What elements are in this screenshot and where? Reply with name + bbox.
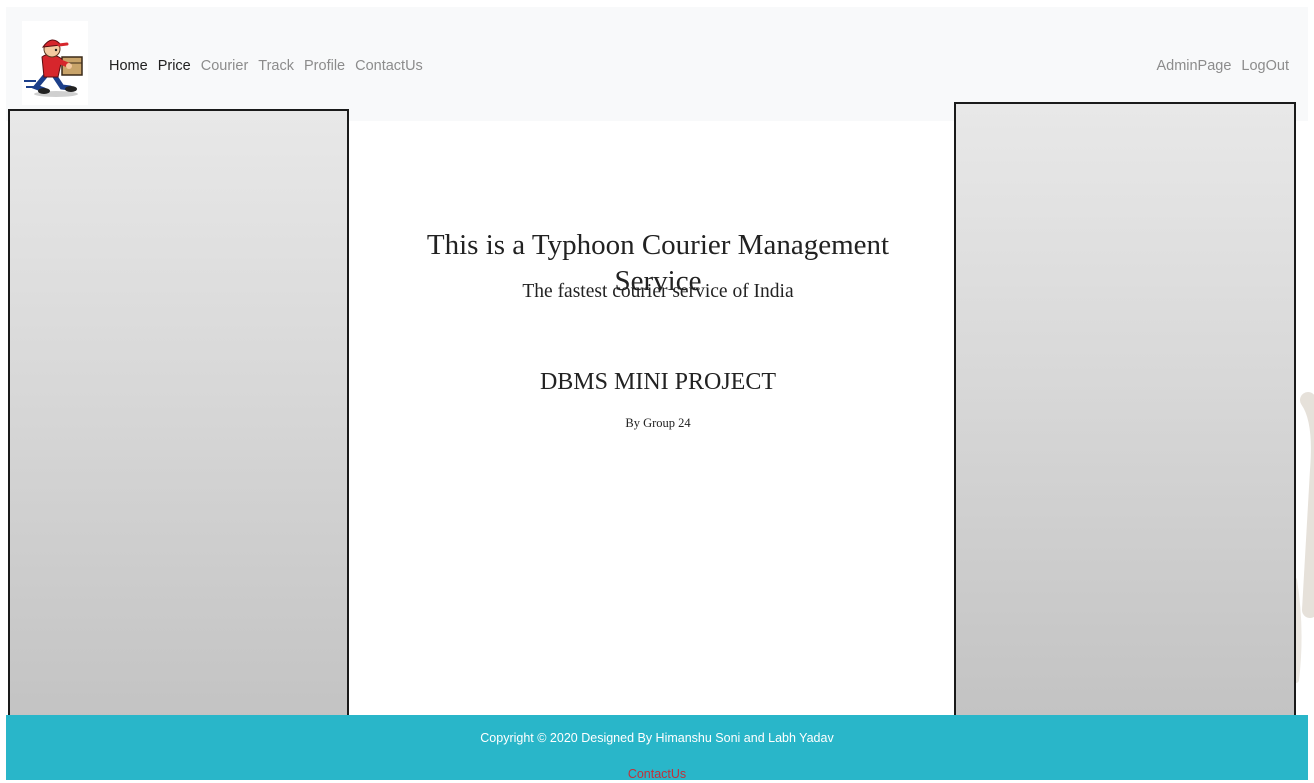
nav-logout-link[interactable]: LogOut — [1241, 57, 1289, 75]
account-nav: AdminPage LogOut — [1156, 57, 1289, 75]
hero-subtitle: The fastest courier service of India — [522, 281, 794, 302]
courier-logo-icon[interactable] — [22, 21, 88, 105]
project-heading: DBMS MINI PROJECT — [539, 369, 777, 395]
left-side-panel — [8, 109, 349, 722]
footer: Copyright © 2020 Designed By Himanshu So… — [6, 715, 1308, 783]
right-side-panel — [954, 102, 1296, 717]
main-nav: Home Price Courier Track Profile Contact… — [109, 57, 423, 75]
nav-price-link[interactable]: Price — [158, 57, 191, 75]
footer-copyright: Copyright © 2020 Designed By Himanshu So… — [480, 731, 834, 745]
footer-contact-row: ContactUs — [6, 765, 1308, 783]
nav-courier-link[interactable]: Courier — [201, 57, 249, 75]
nav-track-link[interactable]: Track — [258, 57, 294, 75]
group-label: By Group 24 — [625, 416, 691, 430]
nav-adminpage-link[interactable]: AdminPage — [1156, 57, 1231, 75]
nav-home-link[interactable]: Home — [109, 57, 148, 75]
nav-contactus-link[interactable]: ContactUs — [355, 57, 423, 75]
nav-profile-link[interactable]: Profile — [304, 57, 345, 75]
footer-contactus-link[interactable]: ContactUs — [628, 767, 686, 781]
